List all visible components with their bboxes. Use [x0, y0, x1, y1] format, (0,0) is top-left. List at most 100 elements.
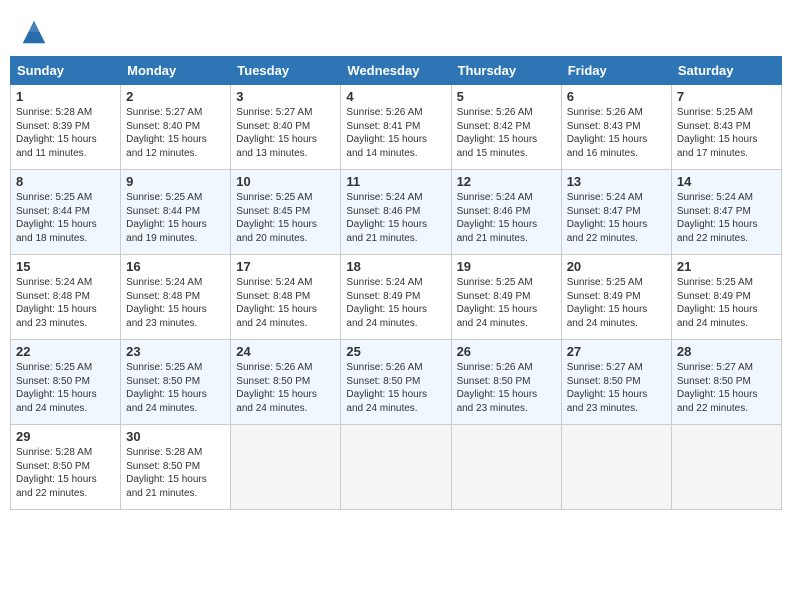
day-number: 9 [126, 174, 225, 189]
calendar-day-cell: 14Sunrise: 5:24 AMSunset: 8:47 PMDayligh… [671, 170, 781, 255]
day-info: Sunrise: 5:24 AMSunset: 8:48 PMDaylight:… [16, 276, 115, 330]
day-info: Sunrise: 5:26 AMSunset: 8:41 PMDaylight:… [346, 106, 445, 160]
calendar-day-cell: 20 Sunrise: 5:25 AMSunset: 8:49 PMDayligh… [561, 255, 671, 340]
day-info: Sunrise: 5:27 AMSunset: 8:40 PMDaylight:… [126, 106, 225, 160]
day-number: 26 [457, 344, 556, 359]
day-number: 25 [346, 344, 445, 359]
calendar-day-cell: 18 Sunrise: 5:24 AMSunset: 8:49 PMDayligh… [341, 255, 451, 340]
calendar-empty-cell [341, 425, 451, 510]
calendar-day-cell: 13 Sunrise: 5:24 AMSunset: 8:47 PMDayligh… [561, 170, 671, 255]
day-info: Sunrise: 5:26 AMSunset: 8:50 PMDaylight:… [236, 361, 335, 415]
calendar-week-row: 1 Sunrise: 5:28 AMSunset: 8:39 PMDaylight… [11, 85, 782, 170]
day-info: Sunrise: 5:25 AMSunset: 8:50 PMDaylight:… [126, 361, 225, 415]
day-info: Sunrise: 5:25 AMSunset: 8:44 PMDaylight:… [126, 191, 225, 245]
day-of-week-header: Thursday [451, 57, 561, 85]
calendar: SundayMondayTuesdayWednesdayThursdayFrid… [10, 56, 782, 510]
day-info: Sunrise: 5:24 AMSunset: 8:48 PMDaylight:… [236, 276, 335, 330]
calendar-day-cell: 22Sunrise: 5:25 AMSunset: 8:50 PMDayligh… [11, 340, 121, 425]
day-info: Sunrise: 5:24 AMSunset: 8:46 PMDaylight:… [457, 191, 556, 245]
calendar-day-cell: 23 Sunrise: 5:25 AMSunset: 8:50 PMDayligh… [121, 340, 231, 425]
calendar-day-cell: 15 Sunrise: 5:24 AMSunset: 8:48 PMDayligh… [11, 255, 121, 340]
logo-icon [20, 18, 48, 46]
calendar-day-cell: 30 Sunrise: 5:28 AMSunset: 8:50 PMDayligh… [121, 425, 231, 510]
calendar-day-cell: 9 Sunrise: 5:25 AMSunset: 8:44 PMDaylight… [121, 170, 231, 255]
calendar-day-cell: 7Sunrise: 5:25 AMSunset: 8:43 PMDaylight… [671, 85, 781, 170]
calendar-day-cell: 11 Sunrise: 5:24 AMSunset: 8:46 PMDayligh… [341, 170, 451, 255]
day-number: 18 [346, 259, 445, 274]
calendar-day-cell: 8 Sunrise: 5:25 AMSunset: 8:44 PMDaylight… [11, 170, 121, 255]
day-number: 1 [16, 89, 115, 104]
day-number: 8 [16, 174, 115, 189]
day-info: Sunrise: 5:25 AMSunset: 8:49 PMDaylight:… [677, 276, 776, 330]
day-number: 15 [16, 259, 115, 274]
day-info: Sunrise: 5:24 AMSunset: 8:47 PMDaylight:… [567, 191, 666, 245]
calendar-empty-cell [231, 425, 341, 510]
calendar-day-cell: 4 Sunrise: 5:26 AMSunset: 8:41 PMDaylight… [341, 85, 451, 170]
day-number: 7 [677, 89, 776, 104]
day-number: 17 [236, 259, 335, 274]
calendar-empty-cell [671, 425, 781, 510]
calendar-day-cell: 6 Sunrise: 5:26 AMSunset: 8:43 PMDaylight… [561, 85, 671, 170]
day-number: 27 [567, 344, 666, 359]
day-of-week-header: Monday [121, 57, 231, 85]
day-number: 4 [346, 89, 445, 104]
day-number: 3 [236, 89, 335, 104]
day-number: 24 [236, 344, 335, 359]
day-number: 23 [126, 344, 225, 359]
calendar-week-row: 15 Sunrise: 5:24 AMSunset: 8:48 PMDayligh… [11, 255, 782, 340]
calendar-week-row: 8 Sunrise: 5:25 AMSunset: 8:44 PMDaylight… [11, 170, 782, 255]
day-number: 30 [126, 429, 225, 444]
calendar-day-cell: 27Sunrise: 5:27 AMSunset: 8:50 PMDayligh… [561, 340, 671, 425]
calendar-day-cell: 1 Sunrise: 5:28 AMSunset: 8:39 PMDaylight… [11, 85, 121, 170]
calendar-day-cell: 3 Sunrise: 5:27 AMSunset: 8:40 PMDaylight… [231, 85, 341, 170]
day-number: 10 [236, 174, 335, 189]
day-info: Sunrise: 5:24 AMSunset: 8:49 PMDaylight:… [346, 276, 445, 330]
calendar-day-cell: 19 Sunrise: 5:25 AMSunset: 8:49 PMDayligh… [451, 255, 561, 340]
day-number: 20 [567, 259, 666, 274]
day-info: Sunrise: 5:25 AMSunset: 8:45 PMDaylight:… [236, 191, 335, 245]
day-number: 19 [457, 259, 556, 274]
day-info: Sunrise: 5:24 AMSunset: 8:47 PMDaylight:… [677, 191, 776, 245]
calendar-day-cell: 21Sunrise: 5:25 AMSunset: 8:49 PMDayligh… [671, 255, 781, 340]
day-info: Sunrise: 5:26 AMSunset: 8:42 PMDaylight:… [457, 106, 556, 160]
calendar-day-cell: 17 Sunrise: 5:24 AMSunset: 8:48 PMDayligh… [231, 255, 341, 340]
day-number: 13 [567, 174, 666, 189]
day-info: Sunrise: 5:24 AMSunset: 8:48 PMDaylight:… [126, 276, 225, 330]
day-number: 12 [457, 174, 556, 189]
day-number: 11 [346, 174, 445, 189]
day-of-week-header: Saturday [671, 57, 781, 85]
day-info: Sunrise: 5:28 AMSunset: 8:50 PMDaylight:… [16, 446, 115, 500]
day-info: Sunrise: 5:26 AMSunset: 8:50 PMDaylight:… [346, 361, 445, 415]
calendar-empty-cell [561, 425, 671, 510]
day-number: 5 [457, 89, 556, 104]
day-info: Sunrise: 5:27 AMSunset: 8:50 PMDaylight:… [677, 361, 776, 415]
day-info: Sunrise: 5:25 AMSunset: 8:49 PMDaylight:… [457, 276, 556, 330]
day-info: Sunrise: 5:24 AMSunset: 8:46 PMDaylight:… [346, 191, 445, 245]
calendar-day-cell: 10 Sunrise: 5:25 AMSunset: 8:45 PMDayligh… [231, 170, 341, 255]
logo [20, 18, 51, 46]
calendar-day-cell: 26 Sunrise: 5:26 AMSunset: 8:50 PMDayligh… [451, 340, 561, 425]
day-number: 29 [16, 429, 115, 444]
calendar-empty-cell [451, 425, 561, 510]
header [10, 10, 782, 52]
calendar-day-cell: 2 Sunrise: 5:27 AMSunset: 8:40 PMDaylight… [121, 85, 231, 170]
calendar-week-row: 29 Sunrise: 5:28 AMSunset: 8:50 PMDayligh… [11, 425, 782, 510]
day-info: Sunrise: 5:27 AMSunset: 8:40 PMDaylight:… [236, 106, 335, 160]
day-info: Sunrise: 5:28 AMSunset: 8:39 PMDaylight:… [16, 106, 115, 160]
day-info: Sunrise: 5:26 AMSunset: 8:50 PMDaylight:… [457, 361, 556, 415]
day-number: 2 [126, 89, 225, 104]
day-info: Sunrise: 5:28 AMSunset: 8:50 PMDaylight:… [126, 446, 225, 500]
calendar-day-cell: 24 Sunrise: 5:26 AMSunset: 8:50 PMDayligh… [231, 340, 341, 425]
day-of-week-header: Tuesday [231, 57, 341, 85]
calendar-week-row: 22Sunrise: 5:25 AMSunset: 8:50 PMDayligh… [11, 340, 782, 425]
day-info: Sunrise: 5:26 AMSunset: 8:43 PMDaylight:… [567, 106, 666, 160]
day-info: Sunrise: 5:25 AMSunset: 8:49 PMDaylight:… [567, 276, 666, 330]
day-info: Sunrise: 5:25 AMSunset: 8:44 PMDaylight:… [16, 191, 115, 245]
calendar-day-cell: 16Sunrise: 5:24 AMSunset: 8:48 PMDayligh… [121, 255, 231, 340]
day-of-week-header: Wednesday [341, 57, 451, 85]
day-number: 28 [677, 344, 776, 359]
day-number: 6 [567, 89, 666, 104]
calendar-day-cell: 5 Sunrise: 5:26 AMSunset: 8:42 PMDaylight… [451, 85, 561, 170]
calendar-day-cell: 28 Sunrise: 5:27 AMSunset: 8:50 PMDayligh… [671, 340, 781, 425]
day-info: Sunrise: 5:25 AMSunset: 8:50 PMDaylight:… [16, 361, 115, 415]
